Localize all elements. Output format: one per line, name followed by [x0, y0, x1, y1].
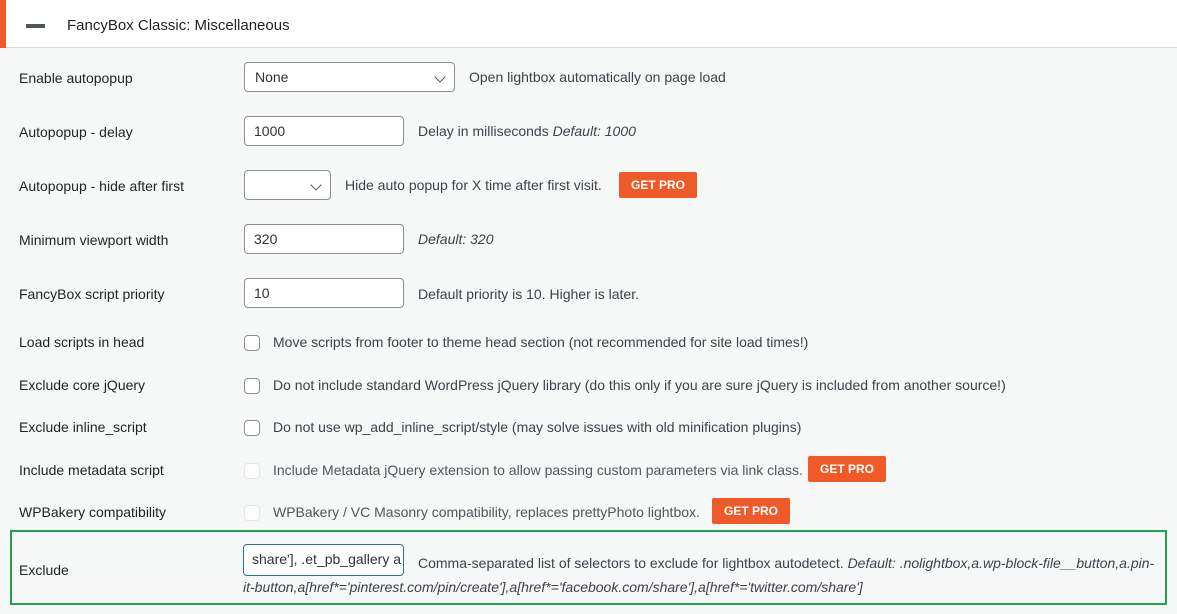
priority-desc: Default priority is 10. Higher is later.	[418, 286, 639, 302]
exclude-desc: Comma-separated list of selectors to exc…	[243, 551, 1163, 599]
hide-label: Autopopup - hide after first	[19, 178, 184, 194]
section-title: FancyBox Classic: Miscellaneous	[67, 17, 290, 34]
head-checkbox[interactable]	[244, 335, 260, 351]
delay-desc: Delay in milliseconds Default: 1000	[418, 123, 636, 139]
collapse-icon[interactable]	[26, 24, 45, 28]
delay-input[interactable]: 1000	[244, 116, 404, 146]
get-pro-button[interactable]: GET PRO	[619, 172, 698, 198]
viewport-input[interactable]: 320	[244, 224, 404, 254]
chevron-down-icon	[310, 179, 322, 191]
delay-default: Default: 1000	[552, 123, 636, 139]
viewport-label: Minimum viewport width	[19, 232, 169, 248]
inline-label: Exclude inline_script	[19, 419, 147, 435]
get-pro-button[interactable]: GET PRO	[808, 456, 887, 482]
viewport-desc: Default: 320	[418, 231, 494, 247]
inline-checkbox[interactable]	[244, 420, 260, 436]
metadata-checkbox	[244, 463, 260, 479]
hide-desc: Hide auto popup for X time after first v…	[345, 177, 602, 193]
exclude-label: Exclude	[19, 562, 69, 578]
settings-panel: FancyBox Classic: Miscellaneous	[0, 0, 1177, 614]
jquery-label: Exclude core jQuery	[19, 377, 146, 393]
jquery-checkbox[interactable]	[244, 378, 260, 394]
chevron-down-icon	[434, 71, 446, 83]
wpbakery-checkbox	[244, 505, 260, 521]
hide-select[interactable]	[244, 170, 331, 200]
section-header[interactable]: FancyBox Classic: Miscellaneous	[0, 0, 1177, 48]
get-pro-button[interactable]: GET PRO	[712, 498, 791, 524]
delay-label: Autopopup - delay	[19, 124, 133, 140]
head-label: Load scripts in head	[19, 334, 145, 350]
inline-desc: Do not use wp_add_inline_script/style (m…	[273, 419, 802, 435]
viewport-default: Default: 320	[418, 231, 494, 247]
priority-input[interactable]: 10	[244, 278, 404, 308]
jquery-desc: Do not include standard WordPress jQuery…	[273, 377, 1006, 393]
autopopup-select[interactable]: None	[244, 62, 455, 92]
head-desc: Move scripts from footer to theme head s…	[273, 334, 809, 350]
priority-label: FancyBox script priority	[19, 286, 165, 302]
autopopup-label: Enable autopopup	[19, 70, 133, 86]
section-accent-bar	[0, 0, 6, 48]
autopopup-select-value: None	[255, 69, 289, 85]
metadata-label: Include metadata script	[19, 462, 164, 478]
autopopup-desc: Open lightbox automatically on page load	[469, 69, 726, 85]
exclude-desc-text: Comma-separated list of selectors to exc…	[418, 555, 844, 571]
metadata-desc: Include Metadata jQuery extension to all…	[273, 462, 803, 478]
delay-desc-text: Delay in milliseconds	[418, 123, 549, 139]
wpbakery-label: WPBakery compatibility	[19, 504, 167, 520]
wpbakery-desc: WPBakery / VC Masonry compatibility, rep…	[273, 504, 700, 520]
